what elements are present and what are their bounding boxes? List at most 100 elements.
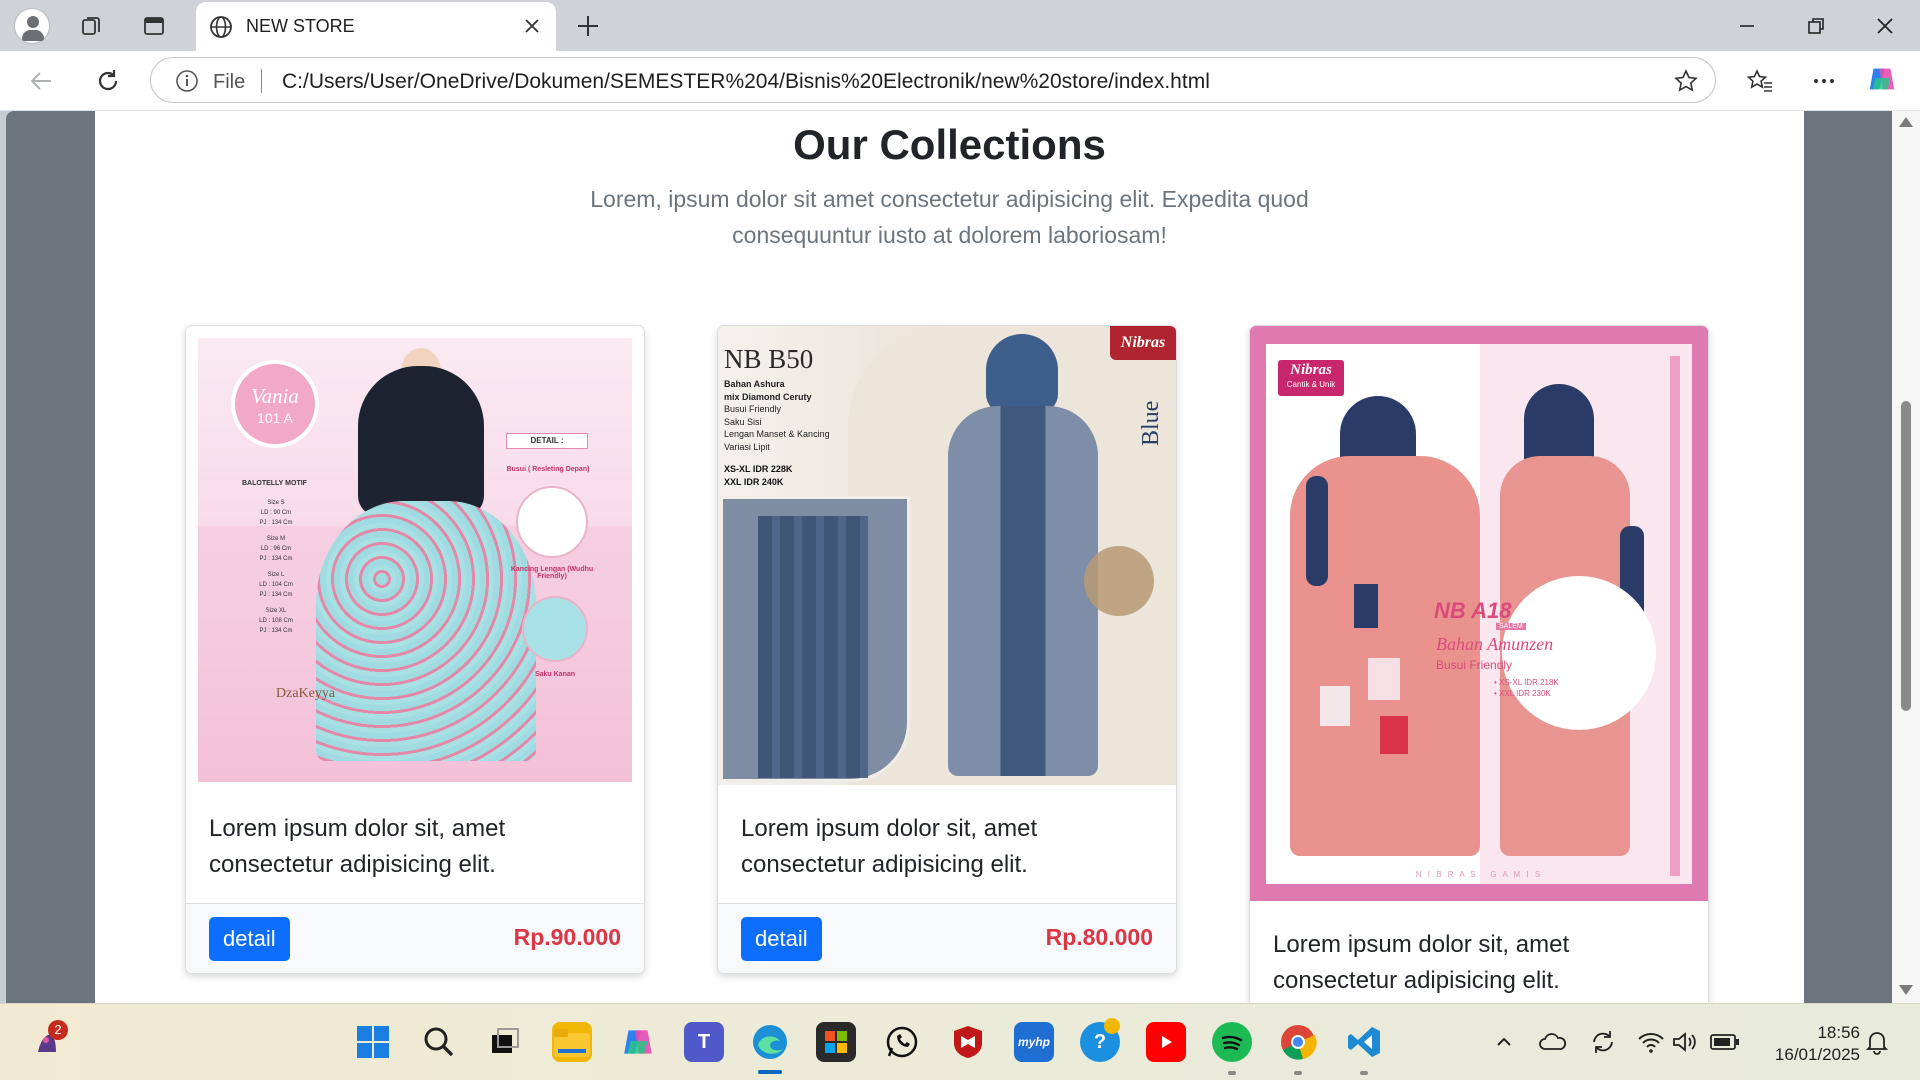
taskbar: 2 T myhp ? 18:56 16/01/2025 bbox=[0, 1003, 1920, 1080]
copilot-app-icon[interactable] bbox=[618, 1022, 658, 1062]
page-viewport: Our Collections Lorem, ipsum dolor sit a… bbox=[6, 111, 1892, 1003]
address-bar[interactable]: File C:/Users/User/OneDrive/Dokumen/SEME… bbox=[150, 57, 1716, 103]
vscode-running-indicator bbox=[1360, 1071, 1368, 1075]
start-icon[interactable] bbox=[353, 1022, 393, 1062]
scroll-down-icon[interactable] bbox=[1899, 985, 1913, 995]
detail-button[interactable]: detail bbox=[741, 917, 822, 961]
vertical-scrollbar[interactable] bbox=[1892, 111, 1920, 1003]
sync-icon[interactable] bbox=[1586, 1022, 1620, 1062]
task-view-icon[interactable] bbox=[485, 1022, 525, 1062]
size-line: LD : 104 Cm bbox=[259, 582, 293, 588]
globe-icon bbox=[208, 14, 234, 45]
minimize-icon[interactable] bbox=[1724, 10, 1770, 42]
page-title: Our Collections bbox=[793, 121, 1106, 168]
new-tab-icon[interactable] bbox=[572, 10, 604, 42]
address-separator bbox=[261, 69, 262, 93]
spotify-icon[interactable] bbox=[1212, 1022, 1252, 1062]
collections-icon[interactable] bbox=[76, 10, 108, 42]
product-card: Vania 101 A BALOTELLY MOTIF Size S LD : … bbox=[185, 325, 645, 974]
card-footer: detail Rp.80.000 bbox=[718, 903, 1176, 973]
size-line: Size L bbox=[267, 572, 285, 578]
size-line: Size XL bbox=[265, 608, 287, 614]
more-options-icon[interactable] bbox=[1808, 65, 1840, 97]
system-clock[interactable]: 18:56 16/01/2025 bbox=[1760, 1022, 1860, 1066]
address-scheme: File bbox=[213, 71, 246, 93]
size-line: Size S bbox=[267, 500, 285, 506]
product-description: Lorem ipsum dolor sit, amet consectetur … bbox=[209, 815, 506, 878]
product-card: Nibras Cantik & Unik NB A18 SALEM Bahan … bbox=[1249, 325, 1709, 1003]
chrome-running-indicator bbox=[1294, 1071, 1302, 1075]
close-window-icon[interactable] bbox=[1862, 10, 1908, 42]
size-line: LD : 96 Cm bbox=[260, 546, 292, 552]
tab-title: NEW STORE bbox=[246, 16, 355, 36]
product-description: Lorem ipsum dolor sit, amet consectetur … bbox=[741, 815, 1038, 878]
notification-bell-icon[interactable] bbox=[1862, 1022, 1892, 1062]
clock-date: 16/01/2025 bbox=[1774, 1045, 1860, 1064]
size-line: PJ : 134 Cm bbox=[259, 556, 293, 562]
product-price: Rp.80.000 bbox=[1045, 924, 1153, 950]
scroll-up-icon[interactable] bbox=[1899, 117, 1913, 127]
wifi-icon[interactable] bbox=[1636, 1022, 1666, 1062]
profile-avatar[interactable] bbox=[14, 8, 50, 44]
browser-toolbar: File C:/Users/User/OneDrive/Dokumen/SEME… bbox=[0, 51, 1920, 111]
size-line: LD : 108 Cm bbox=[259, 618, 293, 624]
size-line: PJ : 134 Cm bbox=[259, 520, 293, 526]
product-image: Vania 101 A BALOTELLY MOTIF Size S LD : … bbox=[186, 326, 644, 785]
restore-icon[interactable] bbox=[1793, 10, 1839, 42]
search-icon[interactable] bbox=[419, 1022, 459, 1062]
file-explorer-icon[interactable] bbox=[552, 1022, 592, 1062]
detail-line: Lengan Manset & Kancing bbox=[724, 429, 830, 439]
detail-line: Busui Friendly bbox=[724, 404, 782, 414]
volume-icon[interactable] bbox=[1670, 1022, 1700, 1062]
size-line: LD : 90 Cm bbox=[260, 510, 292, 516]
teams-icon[interactable]: T bbox=[684, 1022, 724, 1062]
tab-strip: NEW STORE bbox=[0, 0, 1920, 51]
copilot-icon[interactable] bbox=[1866, 63, 1898, 95]
battery-icon[interactable] bbox=[1708, 1022, 1742, 1062]
mcafee-icon[interactable] bbox=[948, 1022, 988, 1062]
info-icon[interactable] bbox=[175, 69, 199, 98]
chevron-up-icon[interactable] bbox=[1490, 1022, 1518, 1062]
vscode-icon[interactable] bbox=[1344, 1022, 1384, 1062]
youtube-icon[interactable] bbox=[1146, 1022, 1186, 1062]
address-url[interactable]: C:/Users/User/OneDrive/Dokumen/SEMESTER%… bbox=[282, 70, 1210, 94]
onedrive-icon[interactable] bbox=[1536, 1022, 1570, 1062]
product-card: NB B50 Bahan Ashura mix Diamond Ceruty B… bbox=[717, 325, 1177, 974]
clock-time: 18:56 bbox=[1817, 1023, 1860, 1042]
edge-active-indicator bbox=[758, 1070, 782, 1074]
refresh-icon[interactable] bbox=[92, 65, 124, 97]
back-arrow-icon[interactable] bbox=[25, 65, 57, 97]
page-lead: Lorem, ipsum dolor sit amet consectetur … bbox=[590, 186, 1309, 248]
tab-new-store[interactable]: NEW STORE bbox=[196, 2, 556, 51]
help-badge bbox=[1104, 1018, 1120, 1034]
whatsapp-icon[interactable] bbox=[882, 1022, 922, 1062]
brand-logo: Nibras Cantik & Unik bbox=[1278, 360, 1344, 396]
favorite-star-icon[interactable] bbox=[1673, 68, 1699, 99]
detail-line: Variasi Lipit bbox=[724, 441, 770, 452]
product-price: Rp.90.000 bbox=[513, 924, 621, 950]
product-image: Nibras Cantik & Unik NB A18 SALEM Bahan … bbox=[1250, 326, 1708, 901]
detail-list: Bahan Ashura mix Diamond Ceruty Busui Fr… bbox=[724, 378, 830, 453]
page-content: Our Collections Lorem, ipsum dolor sit a… bbox=[95, 111, 1804, 1003]
close-tab-icon[interactable] bbox=[520, 14, 544, 43]
store-icon[interactable] bbox=[816, 1022, 856, 1062]
favorites-icon[interactable] bbox=[1744, 65, 1776, 97]
size-line: PJ : 134 Cm bbox=[259, 592, 293, 598]
chrome-icon[interactable] bbox=[1278, 1022, 1318, 1062]
size-line: Size M bbox=[266, 536, 286, 542]
product-image: NB B50 Bahan Ashura mix Diamond Ceruty B… bbox=[718, 326, 1176, 785]
detail-line: Saku Sisi bbox=[724, 416, 762, 427]
edge-icon[interactable] bbox=[750, 1022, 790, 1062]
detail-button[interactable]: detail bbox=[209, 917, 290, 961]
detail-line: Bahan Ashura bbox=[724, 379, 785, 389]
card-footer: detail Rp.90.000 bbox=[186, 903, 644, 973]
spotify-running-indicator bbox=[1228, 1071, 1236, 1075]
size-line: PJ : 134 Cm bbox=[259, 628, 293, 634]
tab-actions-icon[interactable] bbox=[138, 10, 170, 42]
notification-badge: 2 bbox=[48, 1020, 68, 1040]
product-description: Lorem ipsum dolor sit, amet consectetur … bbox=[1273, 931, 1570, 994]
detail-line: mix Diamond Ceruty bbox=[724, 391, 812, 402]
scroll-thumb[interactable] bbox=[1901, 401, 1911, 711]
size-list: Size S LD : 90 Cm PJ : 134 Cm Size M LD … bbox=[246, 498, 306, 636]
myhp-icon[interactable]: myhp bbox=[1014, 1022, 1054, 1062]
